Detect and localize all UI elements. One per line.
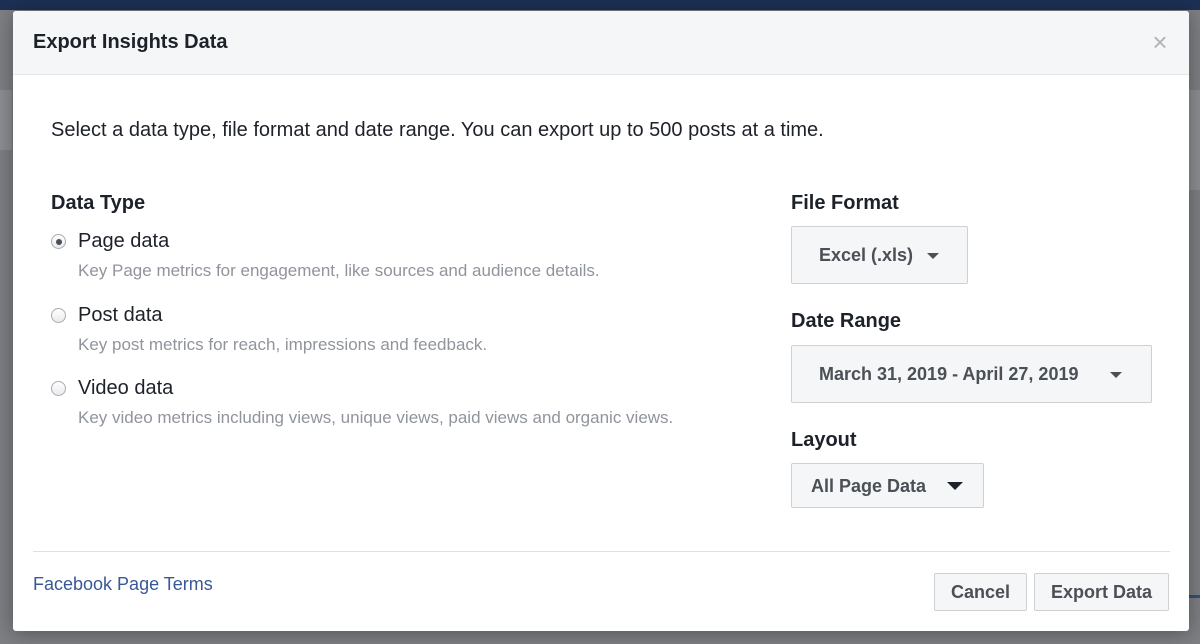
intro-text: Select a data type, file format and date… — [51, 119, 824, 141]
radio-description: Key post metrics for reach, impressions … — [78, 335, 488, 354]
radio-label: Video data — [78, 377, 174, 399]
date-range-dropdown[interactable]: March 31, 2019 - April 27, 2019 — [791, 345, 1152, 403]
radio-description: Key Page metrics for engagement, like so… — [78, 261, 600, 280]
export-insights-dialog: Export Insights Data × Select a data typ… — [13, 11, 1189, 631]
data-type-label: Data Type — [51, 192, 146, 214]
date-range-label: Date Range — [791, 310, 902, 332]
file-format-dropdown[interactable]: Excel (.xls) — [791, 226, 968, 284]
cancel-button[interactable]: Cancel — [934, 573, 1027, 611]
divider — [33, 551, 1170, 552]
dialog-title: Export Insights Data — [33, 31, 228, 53]
export-data-button[interactable]: Export Data — [1034, 573, 1169, 611]
dropdown-value: Excel (.xls) — [819, 245, 914, 265]
dropdown-value: March 31, 2019 - April 27, 2019 — [819, 364, 1079, 384]
close-icon[interactable]: × — [1149, 29, 1171, 55]
radio-label: Post data — [78, 304, 163, 326]
layout-label: Layout — [791, 429, 857, 451]
facebook-page-terms-link[interactable]: Facebook Page Terms — [33, 574, 213, 595]
layout-dropdown[interactable]: All Page Data — [791, 463, 984, 508]
radio-option-video-data[interactable]: Video data Key video metrics including v… — [51, 377, 751, 429]
background-panel — [0, 90, 12, 150]
background-accent — [1188, 595, 1200, 598]
background-panel — [1188, 90, 1200, 190]
radio-description: Key video metrics including views, uniqu… — [78, 408, 674, 427]
radio-label: Page data — [78, 230, 170, 252]
dropdown-value: All Page Data — [811, 476, 927, 496]
chevron-down-icon — [947, 482, 963, 490]
radio-option-page-data[interactable]: Page data Key Page metrics for engagemen… — [51, 230, 751, 282]
background-top-bar — [0, 0, 1200, 10]
radio-option-post-data[interactable]: Post data Key post metrics for reach, im… — [51, 304, 751, 356]
radio-button[interactable] — [51, 381, 66, 396]
chevron-down-icon — [1110, 372, 1122, 378]
radio-button-checked[interactable] — [51, 234, 66, 249]
dialog-header: Export Insights Data × — [13, 11, 1189, 75]
radio-button[interactable] — [51, 308, 66, 323]
chevron-down-icon — [927, 253, 939, 259]
file-format-label: File Format — [791, 192, 899, 214]
